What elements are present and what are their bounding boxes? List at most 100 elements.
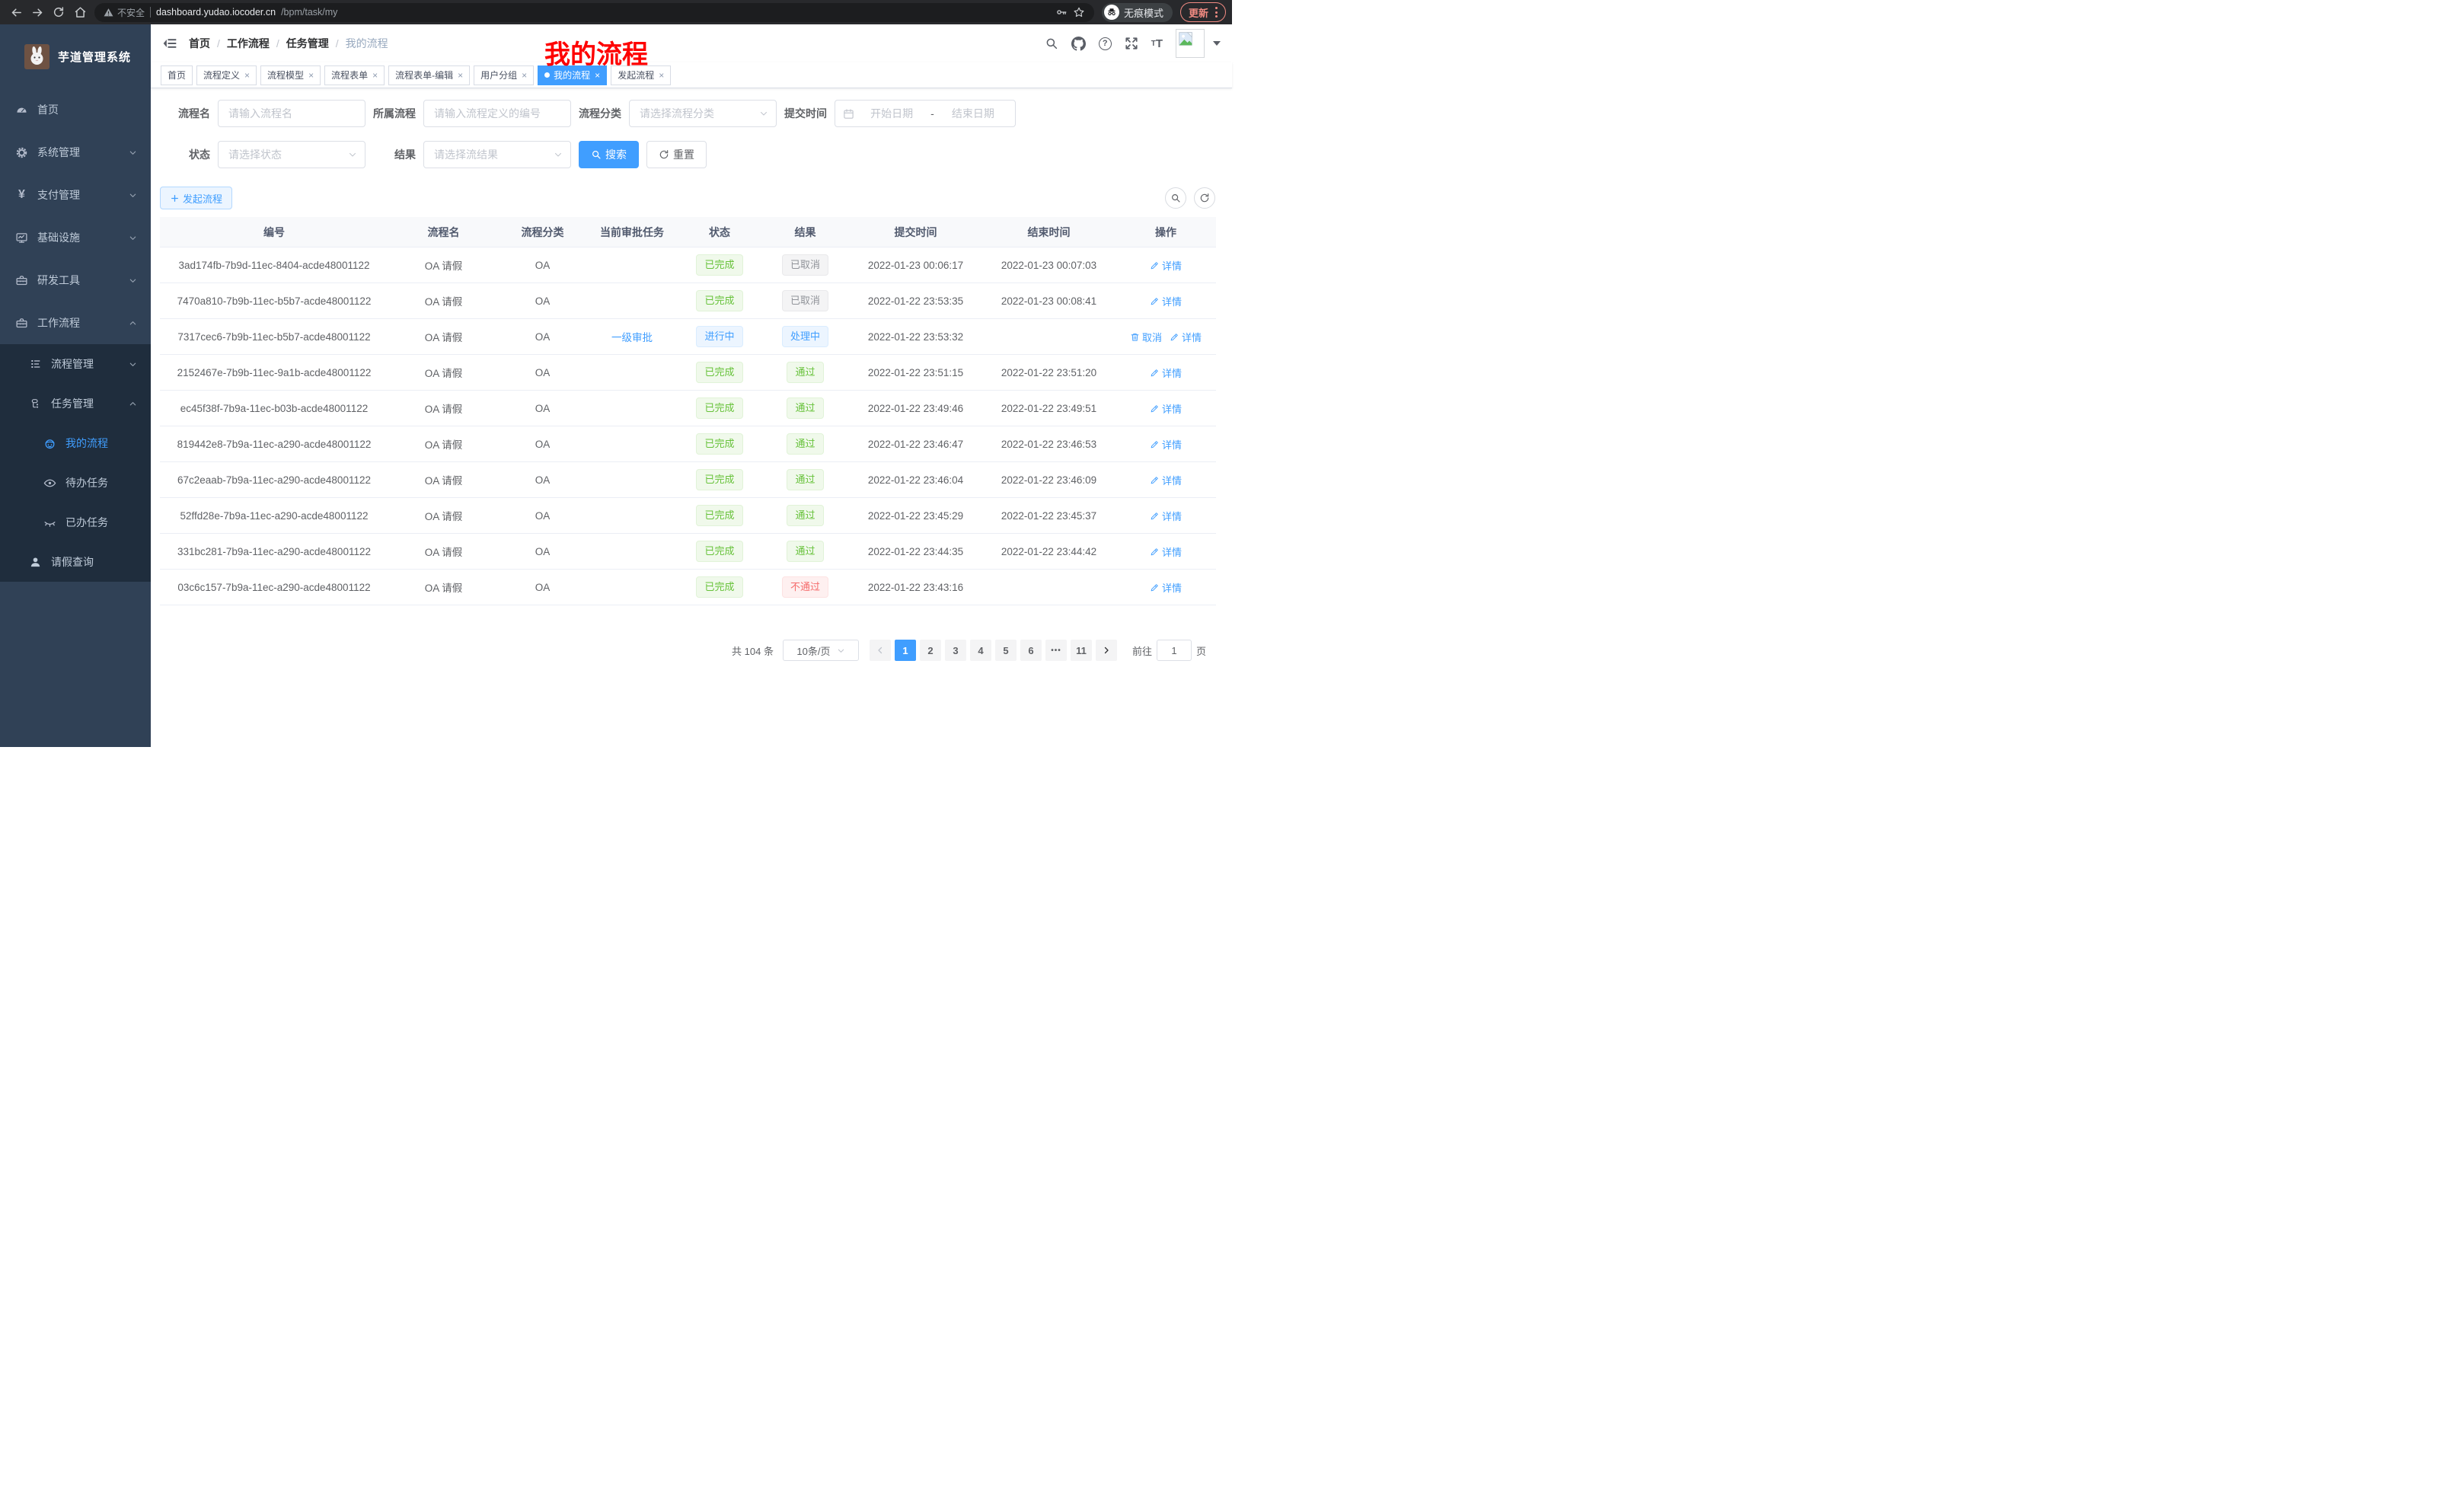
sidebar-item-label: 流程管理 [51, 356, 94, 372]
close-icon[interactable]: × [308, 70, 314, 81]
help-icon[interactable]: ? [1099, 37, 1112, 50]
detail-link[interactable]: 详情 [1150, 294, 1182, 308]
browser-forward-icon[interactable] [27, 2, 47, 22]
browser-back-icon[interactable] [6, 2, 26, 22]
sidebar-item-leave-query[interactable]: 请假查询 [0, 542, 151, 582]
sidebar-item-devtools[interactable]: 研发工具 [0, 259, 151, 302]
incognito-badge: 无痕模式 [1102, 3, 1173, 22]
detail-link[interactable]: 详情 [1150, 401, 1182, 416]
sidebar-item-workflow[interactable]: 工作流程 [0, 302, 151, 344]
current-task-link[interactable]: 一级审批 [611, 329, 653, 344]
tab-process-form-edit[interactable]: 流程表单-编辑× [388, 65, 470, 85]
cancel-link[interactable]: 取消 [1130, 330, 1162, 344]
close-icon[interactable]: × [372, 70, 378, 81]
close-icon[interactable]: × [522, 70, 527, 81]
category-select[interactable]: 请选择流程分类 [629, 100, 777, 127]
process-key-input[interactable] [423, 100, 571, 127]
browser-reload-icon[interactable] [49, 2, 69, 22]
cell-name: OA 请假 [388, 329, 499, 344]
cell-id: 7470a810-7b9b-11ec-b5b7-acde48001122 [160, 295, 388, 307]
breadcrumb-task-mgmt[interactable]: 任务管理 [286, 36, 329, 51]
address-bar[interactable]: 不安全 dashboard.yudao.iocoder.cn/bpm/task/… [94, 3, 1094, 22]
create-process-button[interactable]: 发起流程 [160, 187, 232, 209]
chevron-down-icon [129, 191, 137, 200]
next-page-button[interactable] [1096, 640, 1117, 661]
status-badge: 已完成 [696, 541, 742, 562]
close-icon[interactable]: × [659, 70, 664, 81]
sidebar-item-label: 工作流程 [37, 315, 80, 330]
page-button-11[interactable]: 11 [1071, 640, 1092, 661]
reset-button[interactable]: 重置 [646, 141, 707, 168]
goto-page-input[interactable] [1157, 640, 1192, 661]
chevron-down-icon [554, 150, 563, 159]
close-icon[interactable]: × [458, 70, 463, 81]
sidebar-item-system[interactable]: 系统管理 [0, 131, 151, 174]
tab-user-group[interactable]: 用户分组× [474, 65, 534, 85]
detail-link[interactable]: 详情 [1150, 437, 1182, 452]
browser-menu-icon[interactable] [1215, 7, 1218, 18]
breadcrumb-workflow[interactable]: 工作流程 [227, 36, 270, 51]
cell-submit-time: 2022-01-22 23:43:16 [849, 582, 982, 593]
search-icon[interactable] [1045, 37, 1058, 50]
page-button-1[interactable]: 1 [895, 640, 916, 661]
tab-process-model[interactable]: 流程模型× [260, 65, 321, 85]
avatar-caret-icon[interactable] [1213, 41, 1221, 46]
bookmark-star-icon[interactable] [1073, 6, 1085, 18]
tab-start-process[interactable]: 发起流程× [611, 65, 671, 85]
detail-link[interactable]: 详情 [1150, 366, 1182, 380]
page-button-4[interactable]: 4 [970, 640, 991, 661]
page-button-5[interactable]: 5 [995, 640, 1017, 661]
tab-process-form[interactable]: 流程表单× [324, 65, 385, 85]
detail-link[interactable]: 详情 [1150, 473, 1182, 487]
dashboard-icon [15, 104, 28, 117]
date-range-picker[interactable]: 开始日期 - 结束日期 [835, 100, 1016, 127]
refresh-table-button[interactable] [1194, 187, 1215, 209]
tab-my-process[interactable]: 我的流程× [538, 65, 607, 85]
app-logo[interactable]: 芋道管理系统 [0, 24, 151, 88]
detail-link[interactable]: 详情 [1170, 330, 1202, 344]
cell-name: OA 请假 [388, 293, 499, 308]
sidebar-item-todo-tasks[interactable]: 待办任务 [0, 463, 151, 503]
page-button-2[interactable]: 2 [920, 640, 941, 661]
detail-link[interactable]: 详情 [1150, 544, 1182, 559]
prev-page-button[interactable] [870, 640, 891, 661]
sidebar-item-my-process[interactable]: 我的流程 [0, 423, 151, 463]
omnibox-divider [150, 7, 151, 18]
detail-link[interactable]: 详情 [1150, 580, 1182, 595]
close-icon[interactable]: × [595, 70, 600, 81]
sidebar-item-task-mgmt[interactable]: 任务管理 [0, 384, 151, 423]
page-button-3[interactable]: 3 [945, 640, 966, 661]
avatar[interactable] [1176, 29, 1205, 58]
table-row: ec45f38f-7b9a-11ec-b03b-acde48001122 OA … [160, 391, 1216, 426]
result-select[interactable]: 请选择流结果 [423, 141, 571, 168]
page-button-6[interactable]: 6 [1020, 640, 1042, 661]
page-size-select[interactable]: 10条/页 [783, 640, 859, 661]
search-button[interactable]: 搜索 [579, 141, 639, 168]
toolbox-icon [15, 274, 28, 287]
fullscreen-icon[interactable] [1125, 37, 1138, 50]
page-ellipsis[interactable]: ••• [1045, 640, 1067, 661]
browser-home-icon[interactable] [70, 2, 90, 22]
tab-home[interactable]: 首页 [161, 65, 193, 85]
detail-link[interactable]: 详情 [1150, 509, 1182, 523]
tab-process-definition[interactable]: 流程定义× [196, 65, 257, 85]
font-size-icon[interactable]: TT [1151, 37, 1163, 50]
detail-link[interactable]: 详情 [1150, 258, 1182, 273]
sidebar-item-process-mgmt[interactable]: 流程管理 [0, 344, 151, 384]
password-key-icon[interactable] [1055, 6, 1068, 18]
status-select[interactable]: 请选择状态 [218, 141, 365, 168]
result-badge: 通过 [787, 362, 823, 383]
browser-update-button[interactable]: 更新 [1180, 2, 1226, 22]
sidebar-item-infra[interactable]: 基础设施 [0, 216, 151, 259]
sidebar-item-done-tasks[interactable]: 已办任务 [0, 503, 151, 542]
sidebar-fold-icon[interactable] [162, 36, 177, 51]
status-badge: 已完成 [696, 397, 742, 419]
process-name-input[interactable] [218, 100, 365, 127]
sidebar-item-home[interactable]: 首页 [0, 88, 151, 131]
github-icon[interactable] [1071, 37, 1086, 51]
breadcrumb-home[interactable]: 首页 [189, 36, 210, 51]
close-icon[interactable]: × [244, 70, 250, 81]
toggle-search-button[interactable] [1165, 187, 1186, 209]
chevron-left-icon [876, 646, 885, 655]
sidebar-item-payment[interactable]: ¥ 支付管理 [0, 174, 151, 216]
